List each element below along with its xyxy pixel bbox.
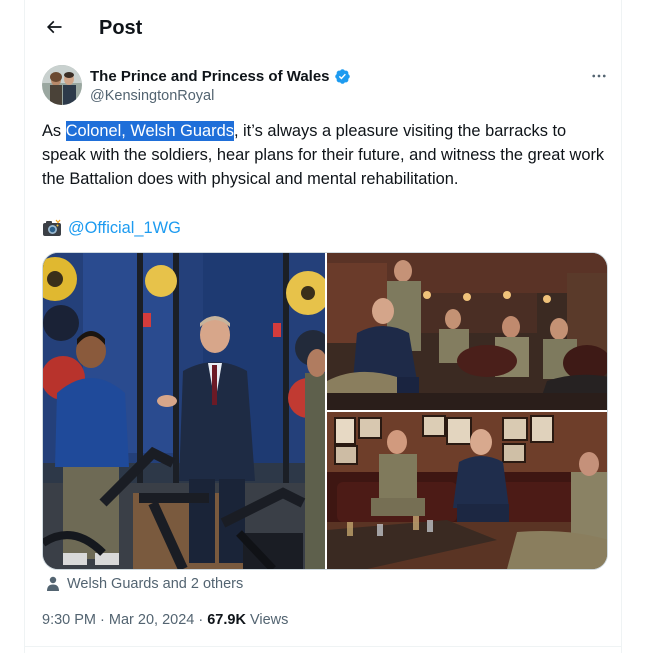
tweet-text-prefix: As (42, 122, 66, 140)
divider (25, 646, 621, 647)
more-dots-icon (592, 74, 606, 78)
page-title: Post (99, 17, 143, 39)
avatar[interactable] (42, 65, 82, 105)
verified-badge-icon (334, 69, 350, 84)
photo-soldiers-seated-bar[interactable] (327, 253, 607, 410)
photo-gym-visit[interactable] (43, 253, 325, 569)
arrow-left-icon (46, 20, 62, 34)
back-button[interactable] (37, 10, 71, 44)
meta-separator: · (96, 612, 109, 628)
post-page: Post The Prince and Princess of Wales @K… (24, 0, 622, 653)
tweet-text: As Colonel, Welsh Guards, it’s always a … (42, 119, 614, 191)
post-time[interactable]: 9:30 PM (42, 612, 96, 628)
post-meta: 9:30 PM · Mar 20, 2024 · 67.9K Views (42, 610, 288, 630)
author-name[interactable]: The Prince and Princess of Wales (90, 67, 351, 86)
selected-text-highlight[interactable]: Colonel, Welsh Guards (65, 121, 234, 141)
person-icon (47, 576, 59, 591)
views-label: Views (245, 612, 289, 628)
meta-separator: · (194, 612, 208, 628)
media-grid (42, 252, 608, 570)
photo-credit-line: @Official_1WG (42, 216, 181, 240)
tagged-accounts[interactable]: Welsh Guards and 2 others (46, 574, 243, 594)
views-count: 67.9K (207, 612, 246, 628)
mention-link[interactable]: @Official_1WG (68, 216, 181, 240)
post-date[interactable]: Mar 20, 2024 (109, 612, 194, 628)
camera-icon (43, 219, 61, 236)
post-header: Post (25, 0, 621, 56)
photo-prince-seated-leather-sofa[interactable] (327, 412, 607, 569)
tagged-accounts-text: Welsh Guards and 2 others (67, 576, 244, 592)
more-options-button[interactable] (585, 66, 613, 86)
author-handle[interactable]: @KensingtonRoyal (90, 87, 214, 106)
author-name-text: The Prince and Princess of Wales (90, 68, 330, 85)
